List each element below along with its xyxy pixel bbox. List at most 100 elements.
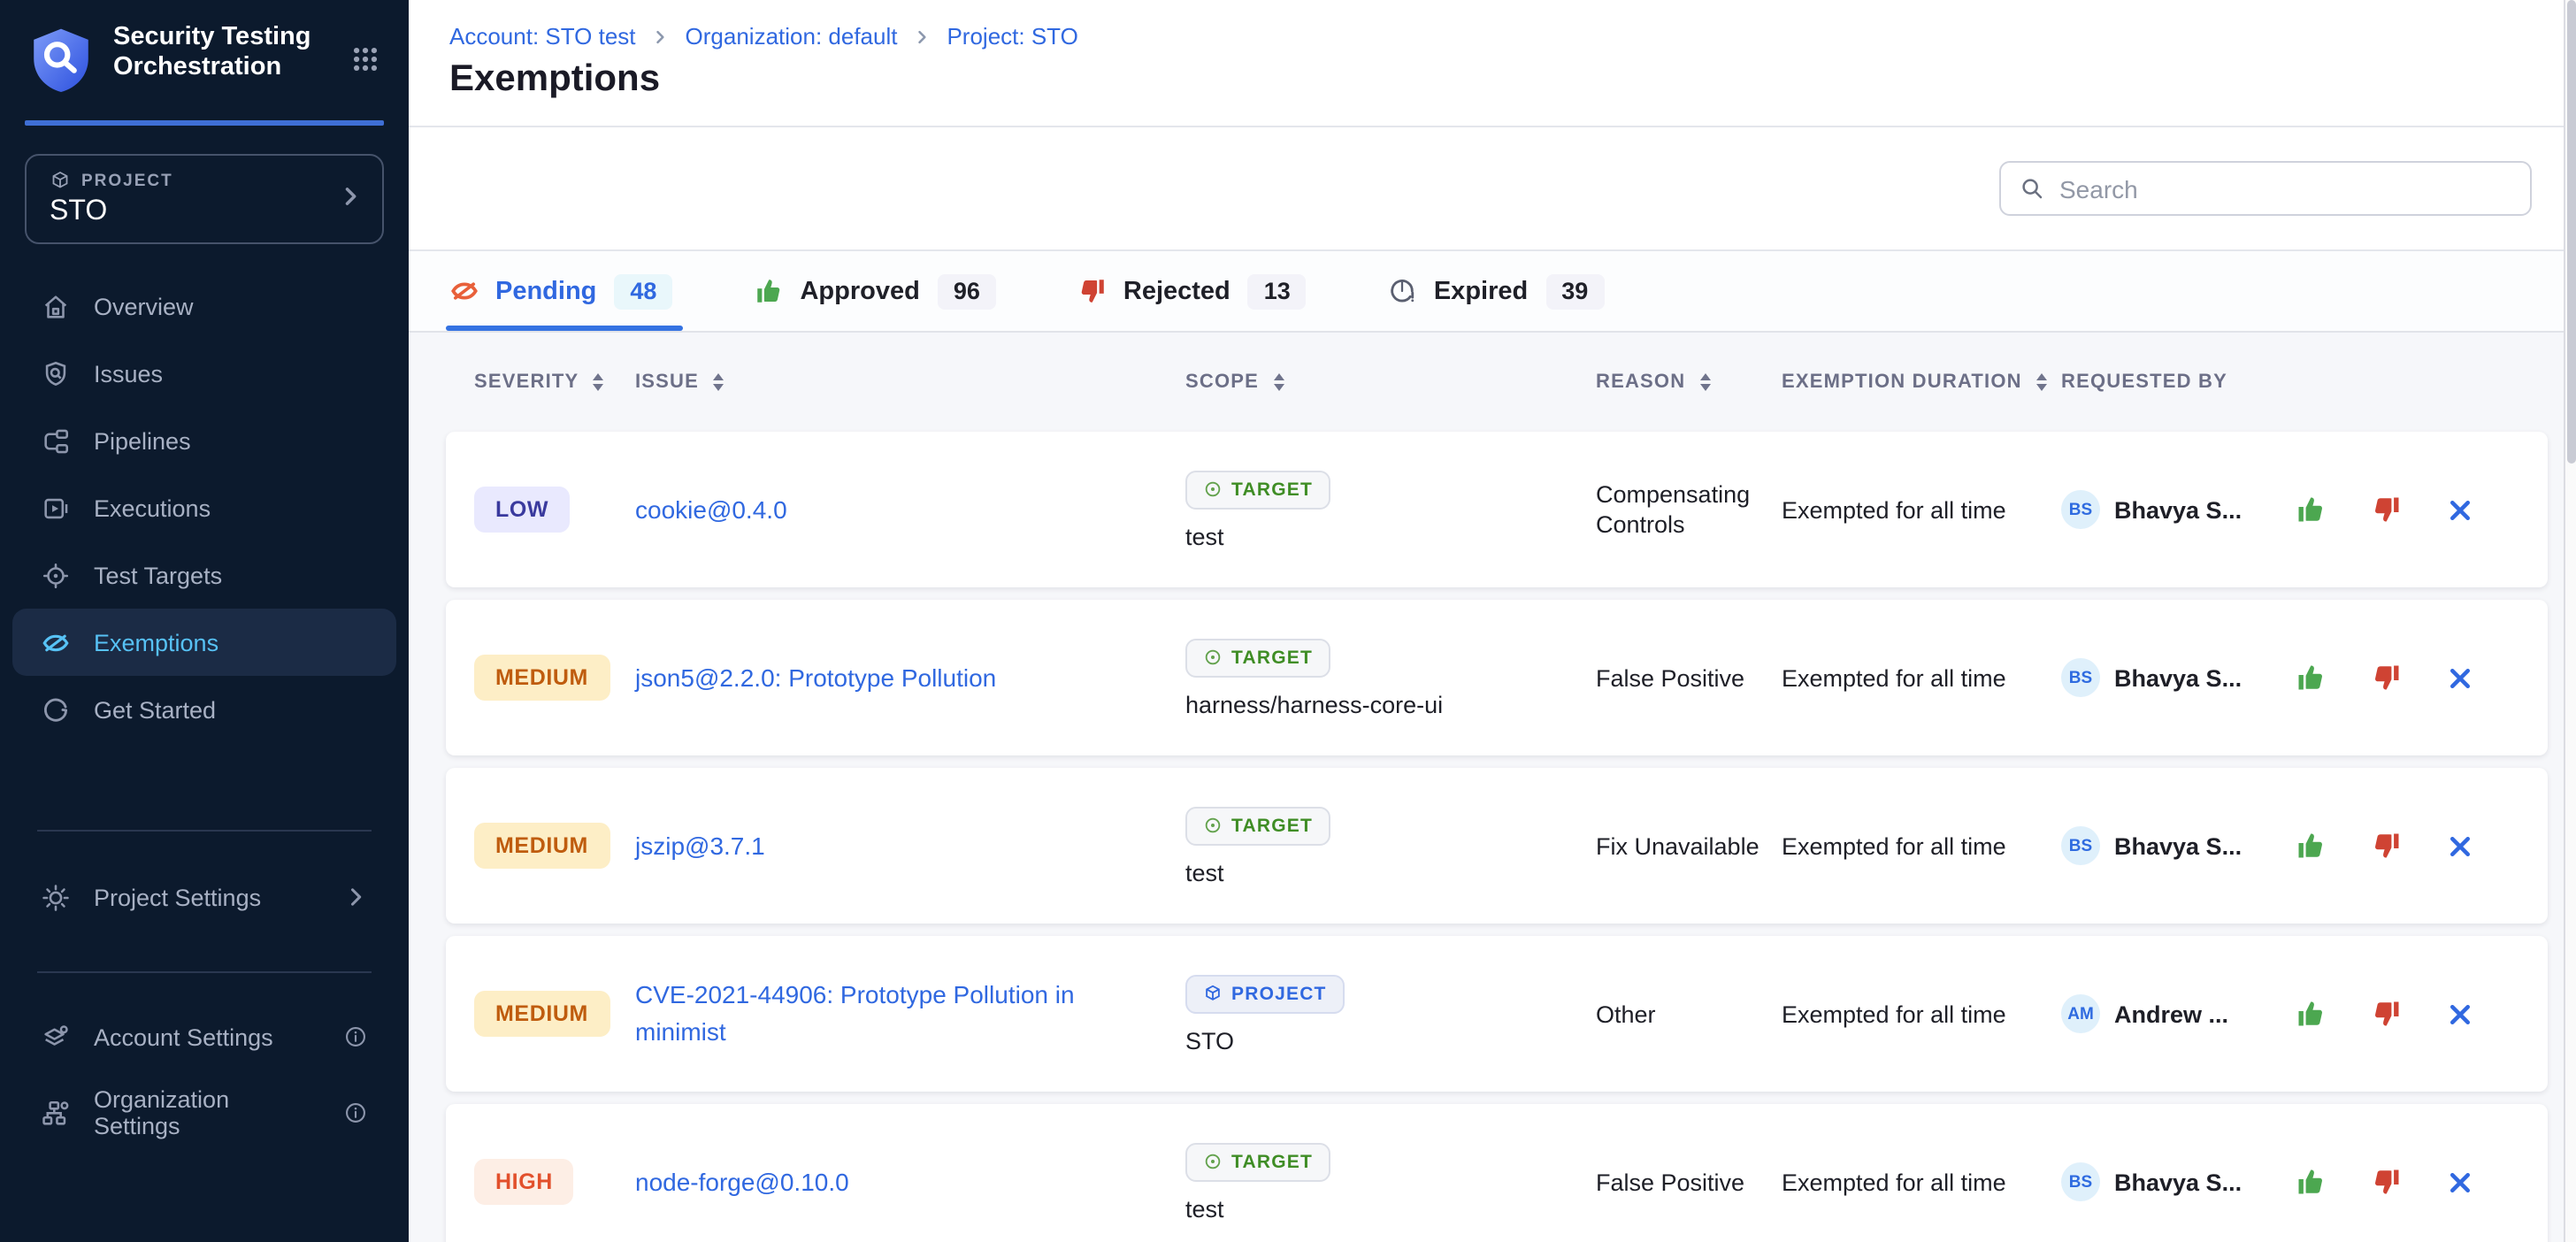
table-row: HIGH node-forge@0.10.0 TARGET test False… xyxy=(446,1104,2548,1242)
duration-text: Exempted for all time xyxy=(1782,832,2061,859)
scope-name: test xyxy=(1185,1195,1224,1222)
column-header-exemption-duration[interactable]: EXEMPTION DURATION xyxy=(1782,372,2061,393)
vertical-scrollbar[interactable] xyxy=(2564,0,2576,1242)
scrollbar-thumb[interactable] xyxy=(2567,0,2576,464)
table-row: MEDIUM CVE-2021-44906: Prototype Polluti… xyxy=(446,936,2548,1092)
reject-thumb-down-icon[interactable] xyxy=(2371,998,2403,1030)
project-label: PROJECT xyxy=(50,170,361,191)
sidebar-item-overview[interactable]: Overview xyxy=(12,272,396,340)
table-row: LOW cookie@0.4.0 TARGET test Compensatin… xyxy=(446,432,2548,587)
chevron-right-icon xyxy=(343,885,368,909)
thumb-up-icon xyxy=(754,276,784,306)
avatar: AM xyxy=(2061,994,2100,1033)
sort-icon xyxy=(593,373,603,392)
breadcrumb-account-link[interactable]: Account: STO test xyxy=(449,23,636,50)
sidebar-item-label: Issues xyxy=(94,360,163,387)
issue-link[interactable]: cookie@0.4.0 xyxy=(635,494,787,523)
issue-link[interactable]: json5@2.2.0: Prototype Pollution xyxy=(635,663,996,691)
sort-icon xyxy=(2036,373,2047,392)
tab-approved[interactable]: Approved 96 xyxy=(754,251,995,331)
approve-thumb-up-icon[interactable] xyxy=(2295,662,2327,694)
cancel-x-icon[interactable] xyxy=(2447,1000,2473,1027)
sidebar-item-pipelines[interactable]: Pipelines xyxy=(12,407,396,474)
severity-badge: HIGH xyxy=(474,1159,574,1205)
reject-thumb-down-icon[interactable] xyxy=(2371,1166,2403,1198)
brand-accent-line xyxy=(25,120,384,126)
search-input[interactable] xyxy=(2059,174,2512,203)
tab-expired[interactable]: Expired 39 xyxy=(1388,251,1604,331)
cube-icon xyxy=(50,170,71,191)
cancel-x-icon[interactable] xyxy=(2447,496,2473,523)
requested-by-name: Bhavya S... xyxy=(2114,664,2242,691)
layers-gear-icon xyxy=(41,1022,71,1052)
column-header-severity[interactable]: SEVERITY xyxy=(474,372,635,393)
sidebar-divider xyxy=(37,971,372,973)
issue-link[interactable]: node-forge@0.10.0 xyxy=(635,1167,849,1195)
reject-thumb-down-icon[interactable] xyxy=(2371,662,2403,694)
approve-thumb-up-icon[interactable] xyxy=(2295,494,2327,525)
tab-label: Approved xyxy=(800,277,919,305)
approve-thumb-up-icon[interactable] xyxy=(2295,830,2327,862)
approve-thumb-up-icon[interactable] xyxy=(2295,998,2327,1030)
cancel-x-icon[interactable] xyxy=(2447,664,2473,691)
avatar: BS xyxy=(2061,1162,2100,1201)
scope-name: harness/harness-core-ui xyxy=(1185,691,1443,717)
scope-chip: TARGET xyxy=(1185,470,1330,509)
reason-text: False Positive xyxy=(1596,1167,1782,1197)
target-icon xyxy=(1203,816,1223,835)
reason-text: Compensating Controls xyxy=(1596,479,1782,540)
tab-count-badge: 39 xyxy=(1545,273,1604,309)
issue-link[interactable]: CVE-2021-44906: Prototype Pollution in m… xyxy=(635,980,1075,1046)
breadcrumb-separator-icon xyxy=(913,27,931,45)
scope-chip: TARGET xyxy=(1185,638,1330,677)
main-content: Account: STO test Organization: default … xyxy=(409,0,2564,1242)
column-header-reason[interactable]: REASON xyxy=(1596,372,1782,393)
toolbar xyxy=(409,127,2564,251)
reject-thumb-down-icon[interactable] xyxy=(2371,830,2403,862)
column-header-requested-by: REQUESTED BY xyxy=(2061,372,2295,393)
sidebar-item-label: Organization Settings xyxy=(94,1086,320,1139)
sidebar-item-label: Account Settings xyxy=(94,1024,320,1050)
project-selector[interactable]: PROJECT STO xyxy=(25,154,384,244)
sidebar-item-label: Test Targets xyxy=(94,562,222,588)
sidebar-item-label: Project Settings xyxy=(94,884,320,910)
sidebar-item-executions[interactable]: Executions xyxy=(12,474,396,541)
breadcrumb-organization-link[interactable]: Organization: default xyxy=(686,23,898,50)
tab-bar: Pending 48 Approved 96 Rejected 13 xyxy=(409,251,2564,333)
issue-link[interactable]: jszip@3.7.1 xyxy=(635,831,765,859)
approve-thumb-up-icon[interactable] xyxy=(2295,1166,2327,1198)
column-header-issue[interactable]: ISSUE xyxy=(635,372,1185,393)
info-icon[interactable] xyxy=(343,1024,368,1049)
cancel-x-icon[interactable] xyxy=(2447,832,2473,859)
duration-text: Exempted for all time xyxy=(1782,1000,2061,1027)
sidebar-item-label: Exemptions xyxy=(94,629,218,656)
reject-thumb-down-icon[interactable] xyxy=(2371,494,2403,525)
cancel-x-icon[interactable] xyxy=(2447,1169,2473,1195)
column-header-scope[interactable]: SCOPE xyxy=(1185,372,1596,393)
sidebar-item-project-settings[interactable]: Project Settings xyxy=(12,863,396,931)
table-row: MEDIUM json5@2.2.0: Prototype Pollution … xyxy=(446,600,2548,755)
severity-badge: MEDIUM xyxy=(474,991,610,1037)
gear-icon xyxy=(41,882,71,912)
tab-rejected[interactable]: Rejected 13 xyxy=(1077,251,1307,331)
tab-count-badge: 48 xyxy=(614,273,672,309)
sidebar-item-get-started[interactable]: Get Started xyxy=(12,676,396,743)
tab-pending[interactable]: Pending 48 xyxy=(449,251,672,331)
requested-by-name: Bhavya S... xyxy=(2114,496,2242,523)
sidebar-item-test-targets[interactable]: Test Targets xyxy=(12,541,396,609)
sidebar-item-account-settings[interactable]: Account Settings xyxy=(12,1003,396,1070)
sidebar-item-organization-settings[interactable]: Organization Settings xyxy=(12,1079,396,1146)
table-header-row: SEVERITY ISSUE SCOPE REASON EXEMPTION DU… xyxy=(446,333,2548,432)
sort-icon xyxy=(713,373,724,392)
breadcrumb-project-link[interactable]: Project: STO xyxy=(947,23,1077,50)
requested-by-name: Andrew ... xyxy=(2114,1000,2228,1027)
sidebar-item-issues[interactable]: Issues xyxy=(12,340,396,407)
search-box xyxy=(1999,161,2532,216)
app-grid-icon[interactable] xyxy=(350,44,380,74)
sidebar-item-exemptions[interactable]: Exemptions xyxy=(12,609,396,676)
scope-type-label: PROJECT xyxy=(1231,983,1327,1004)
table-row: MEDIUM jszip@3.7.1 TARGET test Fix Unava… xyxy=(446,768,2548,924)
clock-alert-icon xyxy=(1388,276,1418,306)
info-icon[interactable] xyxy=(343,1100,368,1125)
scope-chip: PROJECT xyxy=(1185,974,1345,1013)
